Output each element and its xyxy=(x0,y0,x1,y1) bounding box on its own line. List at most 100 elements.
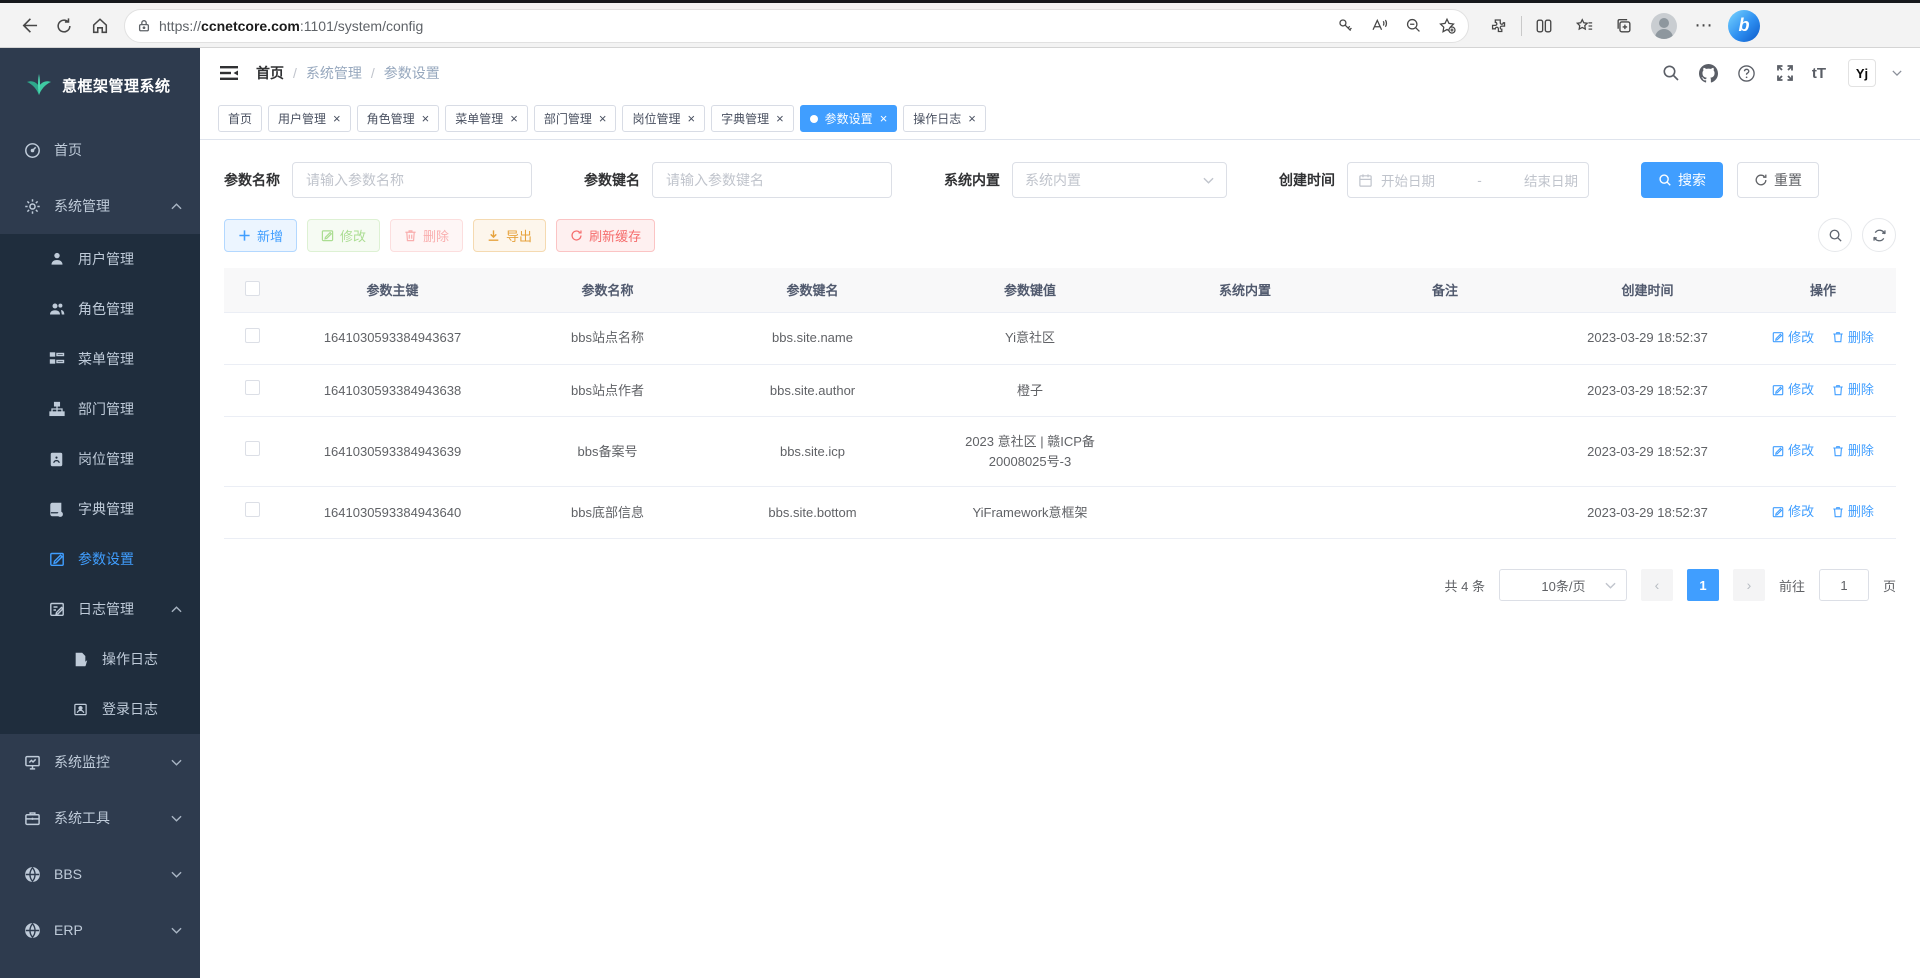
toggle-search-button[interactable] xyxy=(1818,218,1852,252)
sidebar-item-bbs[interactable]: BBS xyxy=(0,846,200,902)
tab-dict-mgmt[interactable]: 字典管理× xyxy=(711,105,794,132)
tab-menu-mgmt[interactable]: 菜单管理× xyxy=(445,105,528,132)
prev-page-button[interactable]: ‹ xyxy=(1641,569,1673,601)
tab-close-icon[interactable]: × xyxy=(880,112,888,125)
tab-config-active[interactable]: 参数设置× xyxy=(800,105,898,132)
tab-close-icon[interactable]: × xyxy=(422,112,430,125)
breadcrumb-home[interactable]: 首页 xyxy=(256,63,284,83)
browser-back-button[interactable] xyxy=(10,9,46,43)
browser-home-button[interactable] xyxy=(82,9,118,43)
avatar-caret-icon[interactable] xyxy=(1892,70,1902,76)
select-all-checkbox[interactable] xyxy=(245,281,260,296)
sidebar-item-erp[interactable]: ERP xyxy=(0,902,200,958)
row-edit-link[interactable]: 修改 xyxy=(1772,502,1814,522)
row-delete-link[interactable]: 删除 xyxy=(1832,502,1874,522)
row-delete-link[interactable]: 删除 xyxy=(1832,328,1874,348)
row-checkbox[interactable] xyxy=(245,441,260,456)
builtin-label: 系统内置 xyxy=(944,170,1000,190)
current-page-button[interactable]: 1 xyxy=(1687,569,1719,601)
tab-post-mgmt[interactable]: 岗位管理× xyxy=(622,105,705,132)
search-button[interactable]: 搜索 xyxy=(1641,162,1723,198)
help-icon[interactable] xyxy=(1736,62,1758,84)
cell-param-value: 橙子 xyxy=(915,364,1145,416)
address-bar[interactable]: https://ccnetcore.com:1101/system/config xyxy=(124,9,1469,43)
refresh-cache-button[interactable]: 刷新缓存 xyxy=(556,219,655,252)
reset-button[interactable]: 重置 xyxy=(1737,162,1819,198)
sidebar-item-home[interactable]: 首页 xyxy=(0,122,200,178)
collections-icon[interactable] xyxy=(1604,9,1644,43)
sidebar-item-yi-framework[interactable]: Yi框架 xyxy=(0,958,200,978)
param-name-input[interactable] xyxy=(292,162,532,198)
sidebar-item-log-mgmt[interactable]: 日志管理 xyxy=(0,584,200,634)
password-key-icon[interactable] xyxy=(1328,12,1362,40)
row-checkbox[interactable] xyxy=(245,502,260,517)
app-logo: 意框架管理系统 xyxy=(0,48,200,122)
date-range-picker[interactable]: 开始日期 - 结束日期 xyxy=(1347,162,1589,198)
delete-button[interactable]: 删除 xyxy=(390,219,463,252)
row-delete-link[interactable]: 删除 xyxy=(1832,380,1874,400)
row-delete-link[interactable]: 删除 xyxy=(1832,441,1874,461)
split-screen-icon[interactable] xyxy=(1524,9,1564,43)
sidebar-item-oper-log[interactable]: 操作日志 xyxy=(0,634,200,684)
refresh-table-button[interactable] xyxy=(1862,218,1896,252)
url-text[interactable]: https://ccnetcore.com:1101/system/config xyxy=(159,18,1328,34)
tab-close-icon[interactable]: × xyxy=(776,112,784,125)
page-size-select[interactable]: 10条/页 xyxy=(1499,569,1627,601)
tab-close-icon[interactable]: × xyxy=(968,112,976,125)
tab-close-icon[interactable]: × xyxy=(333,112,341,125)
fullscreen-icon[interactable] xyxy=(1774,62,1796,84)
next-page-button[interactable]: › xyxy=(1733,569,1765,601)
collapse-sidebar-icon[interactable] xyxy=(218,62,240,84)
extensions-icon[interactable] xyxy=(1479,9,1519,43)
browser-more-icon[interactable]: ⋯ xyxy=(1684,9,1724,43)
sidebar-item-tools[interactable]: 系统工具 xyxy=(0,790,200,846)
font-size-icon[interactable]: tT xyxy=(1812,65,1826,82)
cell-param-name: bbs站点作者 xyxy=(505,364,710,416)
sidebar-item-post-mgmt[interactable]: 岗位管理 xyxy=(0,434,200,484)
github-icon[interactable] xyxy=(1698,62,1720,84)
sidebar-item-login-log[interactable]: 登录日志 xyxy=(0,684,200,734)
tab-close-icon[interactable]: × xyxy=(687,112,695,125)
edit-button[interactable]: 修改 xyxy=(307,219,380,252)
export-button[interactable]: 导出 xyxy=(473,219,546,252)
row-edit-link[interactable]: 修改 xyxy=(1772,441,1814,461)
bing-chat-icon[interactable]: b xyxy=(1724,9,1764,43)
sidebar-item-system[interactable]: 系统管理 xyxy=(0,178,200,234)
favorites-icon[interactable] xyxy=(1564,9,1604,43)
browser-profile-avatar[interactable] xyxy=(1644,9,1684,43)
sidebar-item-role-mgmt[interactable]: 角色管理 xyxy=(0,284,200,334)
read-aloud-icon[interactable] xyxy=(1362,12,1396,40)
sidebar-item-dict-mgmt[interactable]: 字典管理 xyxy=(0,484,200,534)
tab-user-mgmt[interactable]: 用户管理 × xyxy=(268,105,351,132)
tab-oper-log[interactable]: 操作日志× xyxy=(903,105,986,132)
user-avatar[interactable]: Yj xyxy=(1848,59,1876,87)
row-edit-link[interactable]: 修改 xyxy=(1772,328,1814,348)
zoom-out-icon[interactable] xyxy=(1396,12,1430,40)
browser-refresh-button[interactable] xyxy=(46,9,82,43)
tab-dept-mgmt[interactable]: 部门管理× xyxy=(534,105,617,132)
browser-chrome: https://ccnetcore.com:1101/system/config xyxy=(0,0,1920,48)
builtin-select-placeholder: 系统内置 xyxy=(1025,170,1203,190)
tab-label: 用户管理 xyxy=(278,110,326,127)
row-checkbox[interactable] xyxy=(245,380,260,395)
tab-home[interactable]: 首页 xyxy=(218,105,262,132)
goto-page-input[interactable] xyxy=(1819,569,1869,601)
sidebar-item-menu-mgmt[interactable]: 菜单管理 xyxy=(0,334,200,384)
sidebar-item-monitor[interactable]: 系统监控 xyxy=(0,734,200,790)
add-button[interactable]: 新增 xyxy=(224,219,297,252)
row-edit-link[interactable]: 修改 xyxy=(1772,380,1814,400)
row-checkbox[interactable] xyxy=(245,328,260,343)
sidebar-item-dept-mgmt[interactable]: 部门管理 xyxy=(0,384,200,434)
sidebar-item-user-mgmt[interactable]: 用户管理 xyxy=(0,234,200,284)
breadcrumb-system[interactable]: 系统管理 xyxy=(306,63,362,83)
param-key-input[interactable] xyxy=(652,162,892,198)
builtin-select[interactable]: 系统内置 xyxy=(1012,162,1227,198)
tab-role-mgmt[interactable]: 角色管理× xyxy=(357,105,440,132)
search-icon[interactable] xyxy=(1660,62,1682,84)
cell-remark xyxy=(1345,312,1545,364)
add-favorite-icon[interactable] xyxy=(1430,12,1464,40)
tab-close-icon[interactable]: × xyxy=(599,112,607,125)
tab-close-icon[interactable]: × xyxy=(510,112,518,125)
system-submenu: 用户管理 角色管理 菜单管理 部门管理 xyxy=(0,234,200,734)
sidebar-item-config[interactable]: 参数设置 xyxy=(0,534,200,584)
